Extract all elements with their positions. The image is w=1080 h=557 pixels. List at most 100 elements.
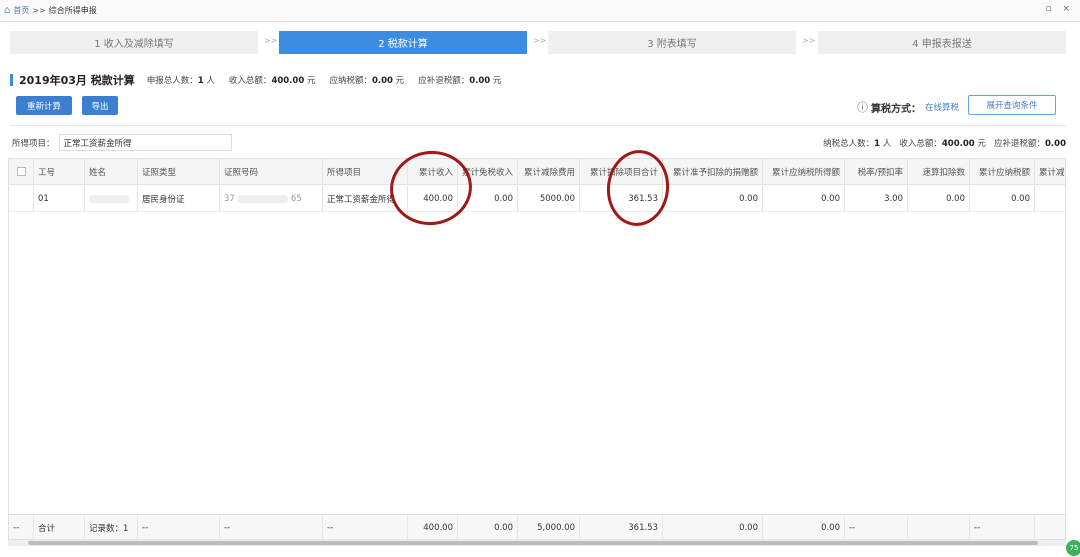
tax-payable-value: 0.00 <box>371 76 393 86</box>
footer-dash: -- <box>970 515 1035 539</box>
step-tax-calc[interactable]: 2 税款计算 <box>279 31 527 54</box>
summary-refund-value: 0.00 <box>1045 139 1066 149</box>
scrollbar-thumb[interactable] <box>28 541 1038 545</box>
income-label: 收入总额： <box>228 76 272 86</box>
col-header[interactable]: 累计减免 <box>1035 159 1065 184</box>
col-header[interactable]: 工号 <box>34 159 85 184</box>
footer-record-count: 记录数：1 <box>85 515 138 539</box>
income-total: 收入总额：400.00 元 <box>229 74 316 86</box>
title-accent <box>10 74 13 86</box>
status-badge[interactable]: 75 <box>1066 540 1080 556</box>
step-arrow: >> <box>264 36 278 45</box>
cell-deduction: 5000.00 <box>518 186 580 211</box>
tax-payable-label: 应纳税额： <box>329 76 372 86</box>
expand-query-button[interactable]: 展开查询条件 <box>968 95 1056 115</box>
footer-deduction: 5,000.00 <box>518 515 580 539</box>
col-header[interactable]: 税率/预扣率 <box>845 159 908 184</box>
tax-payable: 应纳税额：0.00 元 <box>329 74 404 86</box>
tax-payable-unit: 元 <box>395 76 405 86</box>
declarants-count: 申报总人数：1 人 <box>147 74 215 86</box>
breadcrumb-separator: >> <box>32 6 46 15</box>
footer-dash: -- <box>845 515 908 539</box>
footer-taxable: 0.00 <box>763 515 845 539</box>
step-submit[interactable]: 4 申报表报送 <box>818 31 1066 54</box>
refund-label: 应补退税额： <box>418 76 470 86</box>
footer-empty <box>1035 515 1065 539</box>
cell-rate: 3.00 <box>845 186 908 211</box>
col-header[interactable]: 累计应纳税所得额 <box>763 159 845 184</box>
declarants-unit: 人 <box>206 76 215 86</box>
tax-table: 工号 姓名 证照类型 证照号码 所得项目 累计收入 累计免税收入 累计减除费用 … <box>8 158 1066 540</box>
calc-mode-label: 算税方式： <box>871 103 921 115</box>
summary-taxpayers-label: 纳税总人数： <box>823 139 875 149</box>
col-header[interactable]: 证照类型 <box>138 159 220 184</box>
summary-income-label: 收入总额： <box>899 139 942 149</box>
summary-income-value: 400.00 <box>941 139 975 149</box>
divider <box>10 125 1066 126</box>
income-item-field[interactable]: 正常工资薪金所得 <box>58 134 232 151</box>
refund-amount: 应补退税额：0.00 元 <box>418 74 501 86</box>
col-header[interactable]: 速算扣除数 <box>908 159 970 184</box>
export-button[interactable]: 导出 <box>82 96 118 115</box>
col-header[interactable]: 累计减除费用 <box>518 159 580 184</box>
footer-income: 400.00 <box>408 515 458 539</box>
footer-dash: -- <box>138 515 220 539</box>
cell-id: 01 <box>34 186 85 211</box>
select-all-checkbox[interactable] <box>16 167 26 176</box>
col-header[interactable]: 累计应纳税额 <box>970 159 1035 184</box>
refund-value: 0.00 <box>469 76 491 86</box>
table-header: 工号 姓名 证照类型 证照号码 所得项目 累计收入 累计免税收入 累计减除费用 … <box>9 159 1065 185</box>
summary-taxpayers-value: 1 <box>874 139 881 149</box>
redacted-id <box>237 194 288 203</box>
cell-id-number: 37 65 <box>220 186 323 211</box>
footer-total-label: 合计 <box>34 515 85 539</box>
recalculate-button[interactable]: 重新计算 <box>16 96 72 115</box>
calc-mode-link[interactable]: 在线算税 <box>925 101 959 113</box>
income-item-label: 所得项目： <box>12 138 55 149</box>
cell-name <box>85 186 138 211</box>
income-item-filter: 所得项目： 正常工资薪金所得 <box>12 134 232 151</box>
cell-tax: 0.00 <box>970 186 1035 211</box>
cell-donation: 0.00 <box>663 186 763 211</box>
row-select-cell <box>9 186 34 211</box>
summary-refund-label: 应补退税额： <box>994 139 1046 149</box>
cell-taxable: 0.00 <box>763 186 845 211</box>
col-header[interactable]: 证照号码 <box>220 159 323 184</box>
cell-id-type: 居民身份证 <box>138 186 220 211</box>
table-row[interactable]: 01 居民身份证 37 65 正常工资薪金所得 400.00 0.00 5000.… <box>9 186 1065 212</box>
col-header[interactable]: 姓名 <box>85 159 138 184</box>
info-icon: ⓘ <box>857 101 868 114</box>
declarants-value: 1 <box>197 76 204 86</box>
income-unit: 元 <box>306 76 316 86</box>
footer-dash: -- <box>220 515 323 539</box>
id-prefix: 37 <box>224 193 235 204</box>
summary-taxpayers-unit: 人 <box>882 139 892 149</box>
footer-total-deduction: 361.53 <box>580 515 663 539</box>
refund-unit: 元 <box>492 76 502 86</box>
horizontal-scrollbar[interactable] <box>8 540 1066 546</box>
footer-donation: 0.00 <box>663 515 763 539</box>
step-arrow: >> <box>802 36 816 45</box>
footer-empty <box>908 515 970 539</box>
select-all-cell <box>9 159 34 184</box>
window-controls[interactable]: ▫ × <box>1045 4 1074 14</box>
income-item-value: 正常工资薪金所得 <box>63 138 132 149</box>
breadcrumb-home[interactable]: 首页 <box>13 5 29 16</box>
footer-dash: -- <box>323 515 408 539</box>
summary-income-unit: 元 <box>977 139 986 149</box>
step-income[interactable]: 1 收入及减除填写 <box>10 31 258 54</box>
col-header[interactable]: 累计准予扣除的捐赠额 <box>663 159 763 184</box>
step-arrow: >> <box>533 36 547 45</box>
calc-mode: ⓘ 算税方式： 在线算税 <box>857 99 959 115</box>
home-icon[interactable]: ⌂ <box>4 5 10 16</box>
id-suffix: 65 <box>290 193 302 204</box>
income-value: 400.00 <box>271 76 305 86</box>
table-footer: -- 合计 记录数：1 -- -- -- 400.00 0.00 5,000.0… <box>9 514 1065 539</box>
breadcrumb-current: 综合所得申报 <box>48 6 97 15</box>
page-header: 2019年03月 税款计算 申报总人数：1 人 收入总额：400.00 元 应纳… <box>10 68 515 92</box>
summary-line: 纳税总人数：1 人 收入总额：400.00 元 应补退税额：0.00 <box>823 137 1066 149</box>
declarants-label: 申报总人数： <box>146 76 198 86</box>
page-title: 2019年03月 税款计算 <box>19 74 135 87</box>
cell-relief <box>1035 186 1065 211</box>
step-attachments[interactable]: 3 附表填写 <box>548 31 796 54</box>
